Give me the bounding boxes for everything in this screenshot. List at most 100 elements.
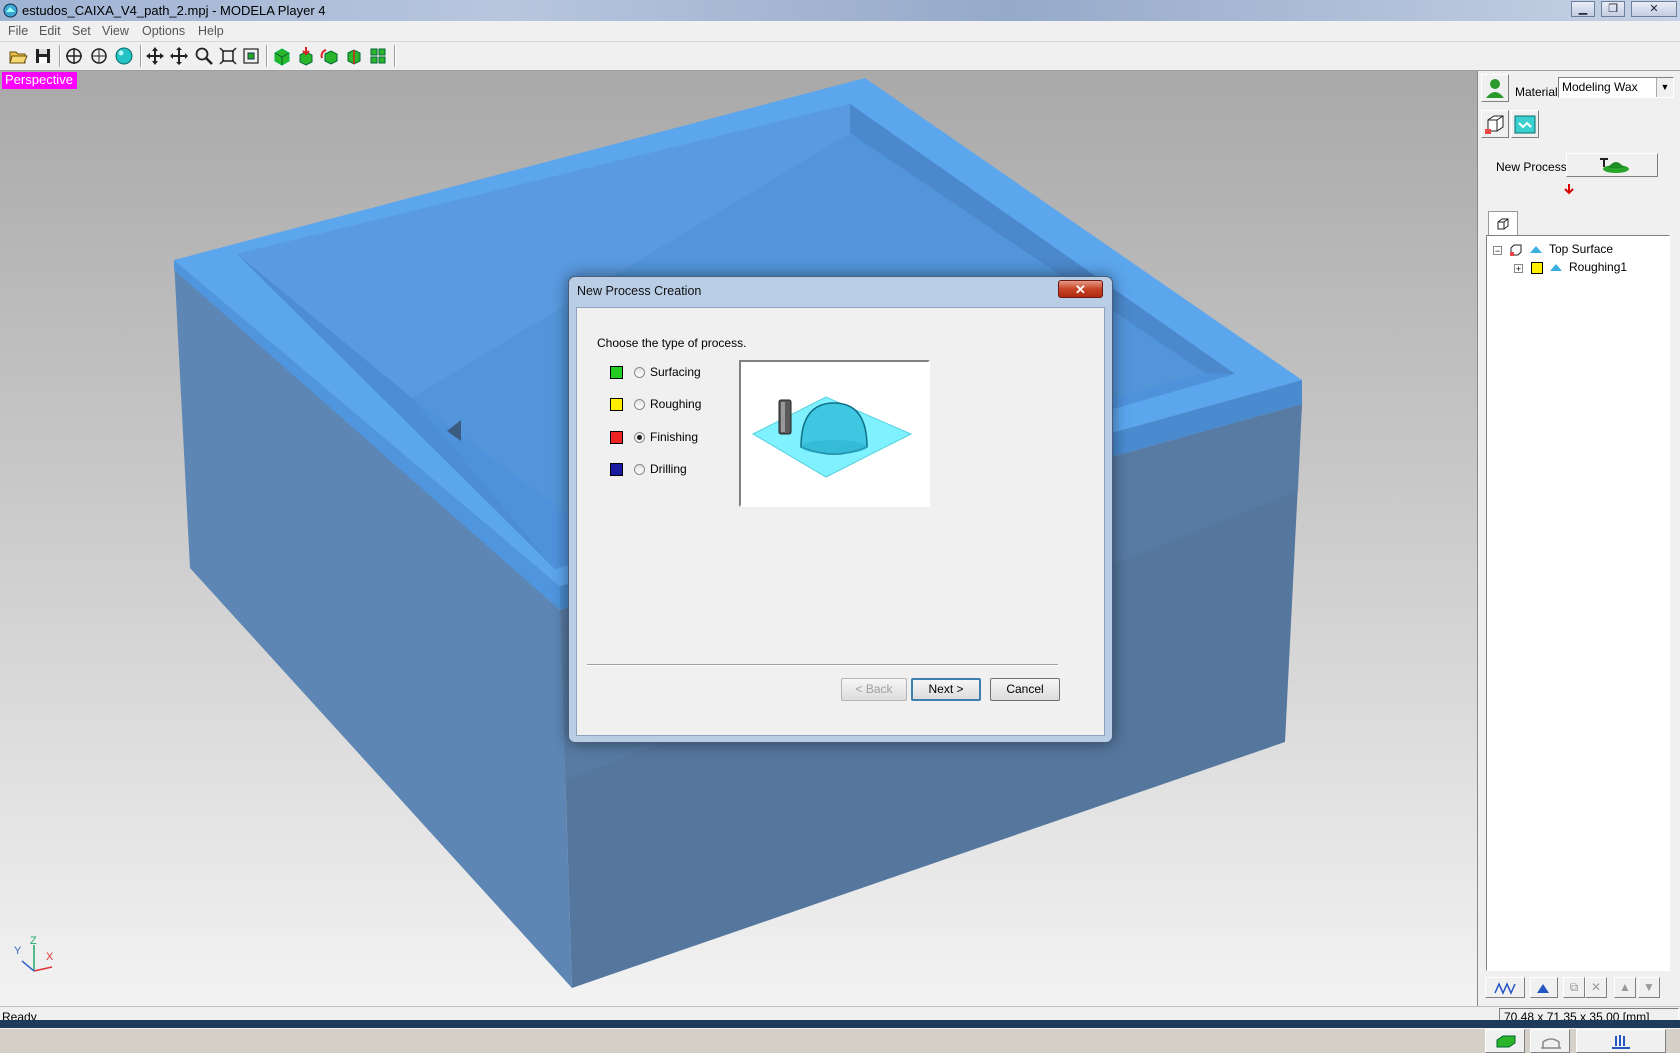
dialog-title: New Process Creation bbox=[577, 284, 702, 298]
dialog-divider bbox=[587, 664, 1058, 666]
option-roughing-label[interactable]: Roughing bbox=[650, 397, 701, 411]
radio-surfacing[interactable] bbox=[634, 367, 645, 378]
layout-icon[interactable] bbox=[368, 46, 388, 66]
option-surfacing-label[interactable]: Surfacing bbox=[650, 365, 701, 379]
surface-icon bbox=[1514, 115, 1536, 134]
tree-item-top-surface[interactable]: Top Surface bbox=[1549, 242, 1613, 256]
surface-button[interactable] bbox=[1511, 110, 1539, 138]
menu-set[interactable]: Set bbox=[72, 24, 91, 38]
finishing-preview-image bbox=[751, 396, 913, 478]
view-target-icon[interactable] bbox=[89, 46, 109, 66]
os-taskbar bbox=[0, 1020, 1680, 1028]
delete-button[interactable]: ✕ bbox=[1585, 977, 1607, 998]
move-icon[interactable] bbox=[169, 46, 189, 66]
model-position-icon[interactable] bbox=[344, 46, 364, 66]
view-mode-label: Perspective bbox=[2, 72, 77, 89]
surfacing-icon bbox=[610, 366, 623, 379]
pan-icon[interactable] bbox=[145, 46, 165, 66]
material-button[interactable] bbox=[1481, 74, 1509, 102]
dialog-close-button[interactable]: ✕ bbox=[1058, 280, 1103, 298]
minimize-button[interactable]: ▁ bbox=[1571, 1, 1595, 17]
material-select[interactable]: Modeling Wax ▼ bbox=[1558, 77, 1674, 98]
copy-icon: ⧉ bbox=[1569, 980, 1579, 994]
back-button[interactable]: < Back bbox=[841, 678, 907, 701]
down-arrow-icon: ▼ bbox=[1643, 980, 1655, 994]
delete-icon: ✕ bbox=[1590, 980, 1602, 994]
simulate-icon bbox=[1541, 1038, 1561, 1049]
cut-button[interactable] bbox=[1576, 1029, 1666, 1053]
option-finishing-label[interactable]: Finishing bbox=[650, 430, 698, 444]
radio-drilling[interactable] bbox=[634, 464, 645, 475]
workpiece-cube-icon bbox=[1485, 115, 1504, 134]
tree-expand-toggle[interactable]: + bbox=[1514, 264, 1523, 274]
menu-edit[interactable]: Edit bbox=[39, 24, 61, 38]
dialog-body: Choose the type of process. Surfacing Ro… bbox=[576, 307, 1105, 736]
roughing-node-icon bbox=[1531, 262, 1543, 274]
next-button[interactable]: Next > bbox=[911, 678, 981, 701]
simulate-button[interactable] bbox=[1530, 1029, 1570, 1053]
user-material-icon bbox=[1486, 79, 1504, 98]
radio-finishing[interactable] bbox=[634, 432, 645, 443]
new-process-label: New Process bbox=[1496, 160, 1567, 174]
surface-node-icon bbox=[1550, 264, 1562, 271]
menu-bar: File Edit Set View Options Help bbox=[0, 21, 1680, 42]
menu-file[interactable]: File bbox=[8, 24, 28, 38]
toolpath-button[interactable] bbox=[1485, 977, 1525, 998]
view-fit-icon[interactable] bbox=[64, 46, 84, 66]
flow-arrow-icon bbox=[1564, 184, 1574, 195]
edit-process-button[interactable] bbox=[1530, 977, 1558, 998]
axis-y-label: Y bbox=[14, 945, 22, 957]
restore-button[interactable]: ❐ bbox=[1601, 1, 1625, 17]
surface-node-icon bbox=[1530, 246, 1542, 253]
process-tree[interactable]: − Top Surface + Roughing1 bbox=[1486, 235, 1670, 971]
preview-button[interactable] bbox=[1485, 1029, 1525, 1053]
axis-z-label: Z bbox=[30, 935, 37, 947]
cancel-button[interactable]: Cancel bbox=[990, 678, 1060, 701]
menu-help[interactable]: Help bbox=[198, 24, 224, 38]
title-bar: estudos_CAIXA_V4_path_2.mpj - MODELA Pla… bbox=[0, 0, 1680, 21]
roughing-icon bbox=[610, 398, 623, 411]
finishing-icon bbox=[610, 431, 623, 444]
process-panel: Material Modeling Wax ▼ New Process − To… bbox=[1478, 71, 1680, 1053]
rotate-model-icon[interactable] bbox=[320, 46, 340, 66]
new-process-icon bbox=[1600, 158, 1629, 173]
new-process-dialog: New Process Creation ✕ Choose the type o… bbox=[568, 276, 1113, 743]
cube-icon bbox=[1497, 218, 1509, 230]
copy-button[interactable]: ⧉ bbox=[1563, 977, 1585, 998]
zoom-extents-icon[interactable] bbox=[241, 46, 261, 66]
toolbar bbox=[0, 42, 1680, 71]
move-up-button[interactable]: ▲ bbox=[1614, 977, 1636, 998]
up-arrow-icon: ▲ bbox=[1619, 980, 1631, 994]
tree-collapse-toggle[interactable]: − bbox=[1493, 246, 1502, 256]
menu-options[interactable]: Options bbox=[142, 24, 185, 38]
tree-item-roughing1[interactable]: Roughing1 bbox=[1569, 260, 1627, 274]
edit-process-icon bbox=[1537, 984, 1549, 993]
radio-roughing[interactable] bbox=[634, 399, 645, 410]
zoom-fit-icon[interactable] bbox=[218, 46, 238, 66]
material-label: Material bbox=[1515, 85, 1558, 99]
window-title: estudos_CAIXA_V4_path_2.mpj - MODELA Pla… bbox=[22, 3, 326, 18]
menu-view[interactable]: View bbox=[102, 24, 129, 38]
axis-x-label: X bbox=[46, 951, 54, 963]
toolpath-icon bbox=[1494, 982, 1516, 995]
workpiece-node-icon bbox=[1510, 244, 1522, 256]
cut-icon bbox=[1612, 1035, 1630, 1049]
open-icon[interactable] bbox=[8, 46, 28, 66]
tab-process-tree[interactable] bbox=[1488, 211, 1518, 237]
chevron-down-icon[interactable]: ▼ bbox=[1656, 78, 1673, 97]
render-sphere-icon[interactable] bbox=[114, 46, 134, 66]
dialog-prompt: Choose the type of process. bbox=[597, 336, 747, 350]
app-icon bbox=[3, 3, 18, 18]
close-window-button[interactable]: ✕ bbox=[1631, 1, 1677, 17]
workpiece-button[interactable] bbox=[1481, 110, 1509, 138]
process-preview bbox=[739, 360, 930, 507]
material-select-value: Modeling Wax bbox=[1562, 80, 1638, 94]
new-process-button[interactable] bbox=[1566, 153, 1658, 177]
option-drilling-label[interactable]: Drilling bbox=[650, 462, 687, 476]
model-green-icon[interactable] bbox=[272, 46, 292, 66]
save-icon[interactable] bbox=[33, 46, 53, 66]
move-down-button[interactable]: ▼ bbox=[1638, 977, 1660, 998]
zoom-icon[interactable] bbox=[194, 46, 214, 66]
import-model-icon[interactable] bbox=[296, 46, 316, 66]
preview-cube-icon bbox=[1496, 1035, 1516, 1048]
